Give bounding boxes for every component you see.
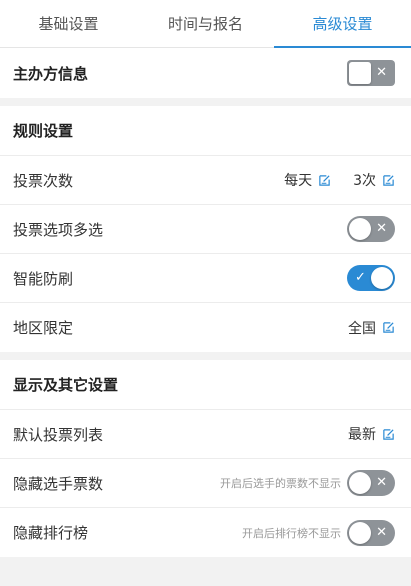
anti-spam-label: 智能防刷 — [13, 269, 74, 288]
region-label: 地区限定 — [13, 319, 74, 337]
vote-period-value: 每天 — [284, 173, 313, 189]
hide-ranking-label: 隐藏排行榜 — [13, 524, 89, 542]
hide-votes-hint: 开启后选手的票数不显示 — [220, 477, 341, 490]
edit-icon[interactable] — [318, 174, 331, 187]
close-icon: ✕ — [376, 524, 387, 540]
organizer-toggle[interactable]: ✕ — [347, 60, 395, 86]
edit-icon[interactable] — [382, 174, 395, 187]
display-header: 显示及其它设置 — [0, 360, 411, 410]
tab-time-and-registration[interactable]: 时间与报名 — [137, 0, 274, 47]
hide-votes-label: 隐藏选手票数 — [13, 474, 104, 493]
default-list-label: 默认投票列表 — [13, 425, 104, 444]
vote-times-value: 3次 — [353, 173, 376, 189]
close-icon: ✕ — [376, 475, 387, 490]
hide-votes-toggle[interactable]: ✕ — [347, 470, 395, 496]
multi-select-row: 投票选项多选 ✕ — [0, 205, 411, 254]
rules-title: 规则设置 — [13, 122, 74, 140]
edit-icon[interactable] — [382, 428, 395, 441]
tab-bar: 基础设置 时间与报名 高级设置 — [0, 0, 411, 48]
toggle-knob — [349, 62, 371, 84]
multi-select-toggle[interactable]: ✕ — [347, 216, 395, 242]
rules-header: 规则设置 — [0, 106, 411, 156]
rules-section: 规则设置 投票次数 每天 3次 投票选项多选 ✕ 智能防刷 ✓ 地区限定 全国 — [0, 106, 411, 352]
tab-advanced-settings[interactable]: 高级设置 — [274, 0, 411, 48]
toggle-knob — [371, 267, 393, 289]
organizer-label: 主办方信息 — [13, 64, 89, 83]
hide-ranking-toggle[interactable]: ✕ — [347, 519, 395, 546]
vote-count-row: 投票次数 每天 3次 — [0, 156, 411, 205]
organizer-row: 主办方信息 ✕ — [0, 48, 411, 98]
hide-ranking-hint: 开启后排行榜不显示 — [242, 526, 341, 540]
region-row: 地区限定 全国 — [0, 303, 411, 352]
close-icon: ✕ — [376, 221, 387, 236]
default-list-value: 最新 — [348, 427, 376, 443]
anti-spam-toggle[interactable]: ✓ — [347, 265, 395, 291]
region-value: 全国 — [348, 320, 376, 337]
hide-ranking-row: 隐藏排行榜 开启后排行榜不显示 ✕ — [0, 508, 411, 557]
check-icon: ✓ — [355, 270, 366, 285]
hide-votes-row: 隐藏选手票数 开启后选手的票数不显示 ✕ — [0, 459, 411, 508]
anti-spam-row: 智能防刷 ✓ — [0, 254, 411, 303]
organizer-section: 主办方信息 ✕ — [0, 48, 411, 98]
display-title: 显示及其它设置 — [13, 376, 119, 394]
vote-count-label: 投票次数 — [13, 171, 74, 190]
toggle-knob — [349, 472, 371, 494]
display-section: 显示及其它设置 默认投票列表 最新 隐藏选手票数 开启后选手的票数不显示 ✕ 隐… — [0, 360, 411, 557]
toggle-knob — [349, 521, 371, 544]
default-list-row: 默认投票列表 最新 — [0, 410, 411, 459]
tab-basic-settings[interactable]: 基础设置 — [0, 0, 137, 47]
close-icon: ✕ — [376, 65, 387, 80]
multi-select-label: 投票选项多选 — [13, 220, 104, 239]
edit-icon[interactable] — [382, 321, 395, 334]
toggle-knob — [349, 218, 371, 240]
